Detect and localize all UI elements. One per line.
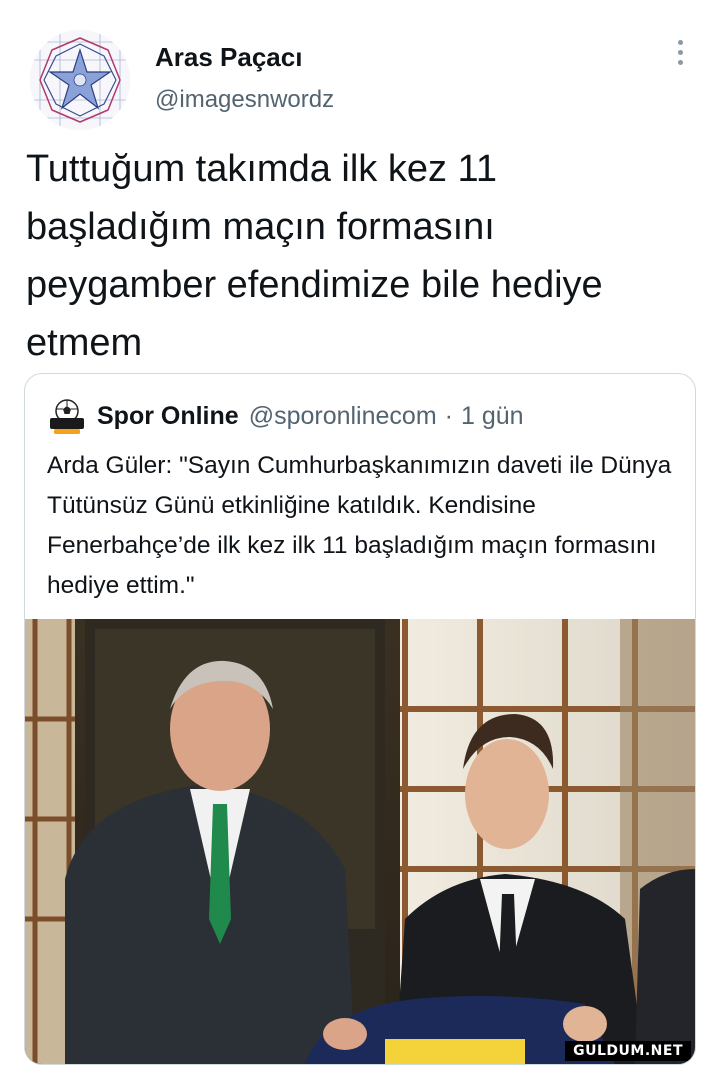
quoted-tweet-header: Spor Online @sporonlinecom · 1 gün bbox=[47, 396, 524, 436]
quoted-tweet-photo[interactable]: GULDUM.NET bbox=[25, 619, 695, 1064]
photo-illustration bbox=[25, 619, 695, 1064]
quoted-tweet[interactable]: Spor Online @sporonlinecom · 1 gün Arda … bbox=[24, 373, 696, 1065]
quoted-tweet-text: Arda Güler: "Sayın Cumhurbaşkanımızın da… bbox=[47, 452, 672, 599]
geometric-star-icon bbox=[30, 30, 130, 130]
watermark: GULDUM.NET bbox=[565, 1041, 691, 1061]
quoted-author-name[interactable]: Spor Online bbox=[97, 402, 239, 431]
tweet-text: Tuttuğum takımda ilk kez 11 başladığım m… bbox=[26, 148, 603, 364]
meta-separator: · bbox=[444, 401, 453, 430]
quoted-author-handle[interactable]: @sporonlinecom bbox=[249, 402, 437, 431]
quoted-timestamp[interactable]: 1 gün bbox=[461, 402, 524, 431]
author-handle[interactable]: @imagesnwordz bbox=[155, 86, 334, 114]
soccer-ball-logo-icon[interactable] bbox=[47, 396, 87, 436]
author-name[interactable]: Aras Paçacı bbox=[155, 42, 302, 73]
author-avatar[interactable] bbox=[30, 30, 130, 130]
more-vertical-icon[interactable] bbox=[668, 40, 692, 70]
